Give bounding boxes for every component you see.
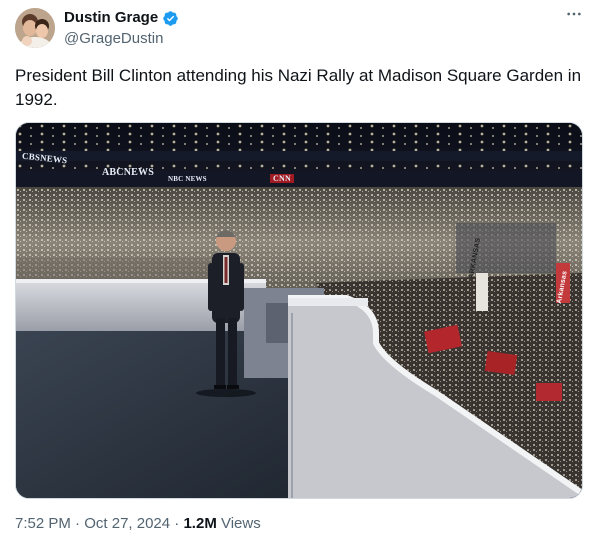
- views-label: Views: [216, 515, 261, 532]
- broadcast-label-abc: ABCNEWS: [102, 167, 154, 178]
- tweet-text: President Bill Clinton attending his Naz…: [15, 66, 582, 109]
- meta-separator: ·: [170, 515, 184, 532]
- convention-photo: [16, 123, 582, 498]
- verified-badge-icon[interactable]: [162, 10, 179, 27]
- broadcast-label-cnn: CNN: [270, 174, 294, 183]
- views-count[interactable]: 1.2M: [183, 515, 216, 532]
- tweet-card: Dustin Grage @GrageDustin President Bill…: [0, 0, 600, 548]
- tweet-date[interactable]: Oct 27, 2024: [84, 515, 170, 532]
- meta-separator: ·: [70, 515, 85, 532]
- tweet-meta: 7:52 PM · Oct 27, 2024 · 1.2M Views: [15, 515, 261, 533]
- author-handle[interactable]: @GrageDustin: [64, 30, 163, 48]
- tweet-photo[interactable]: CBSNEWS ABCNEWS NBC NEWS CNN ARKANSAS Ar…: [15, 122, 583, 499]
- avatar[interactable]: [15, 8, 55, 48]
- tweet-time[interactable]: 7:52 PM: [15, 515, 71, 532]
- author-display-name[interactable]: Dustin Grage: [64, 9, 158, 27]
- broadcast-label-nbc: NBC NEWS: [168, 175, 207, 183]
- author-name-row: Dustin Grage: [64, 9, 179, 27]
- avatar-photo: [15, 8, 55, 48]
- more-options-icon[interactable]: [566, 6, 582, 27]
